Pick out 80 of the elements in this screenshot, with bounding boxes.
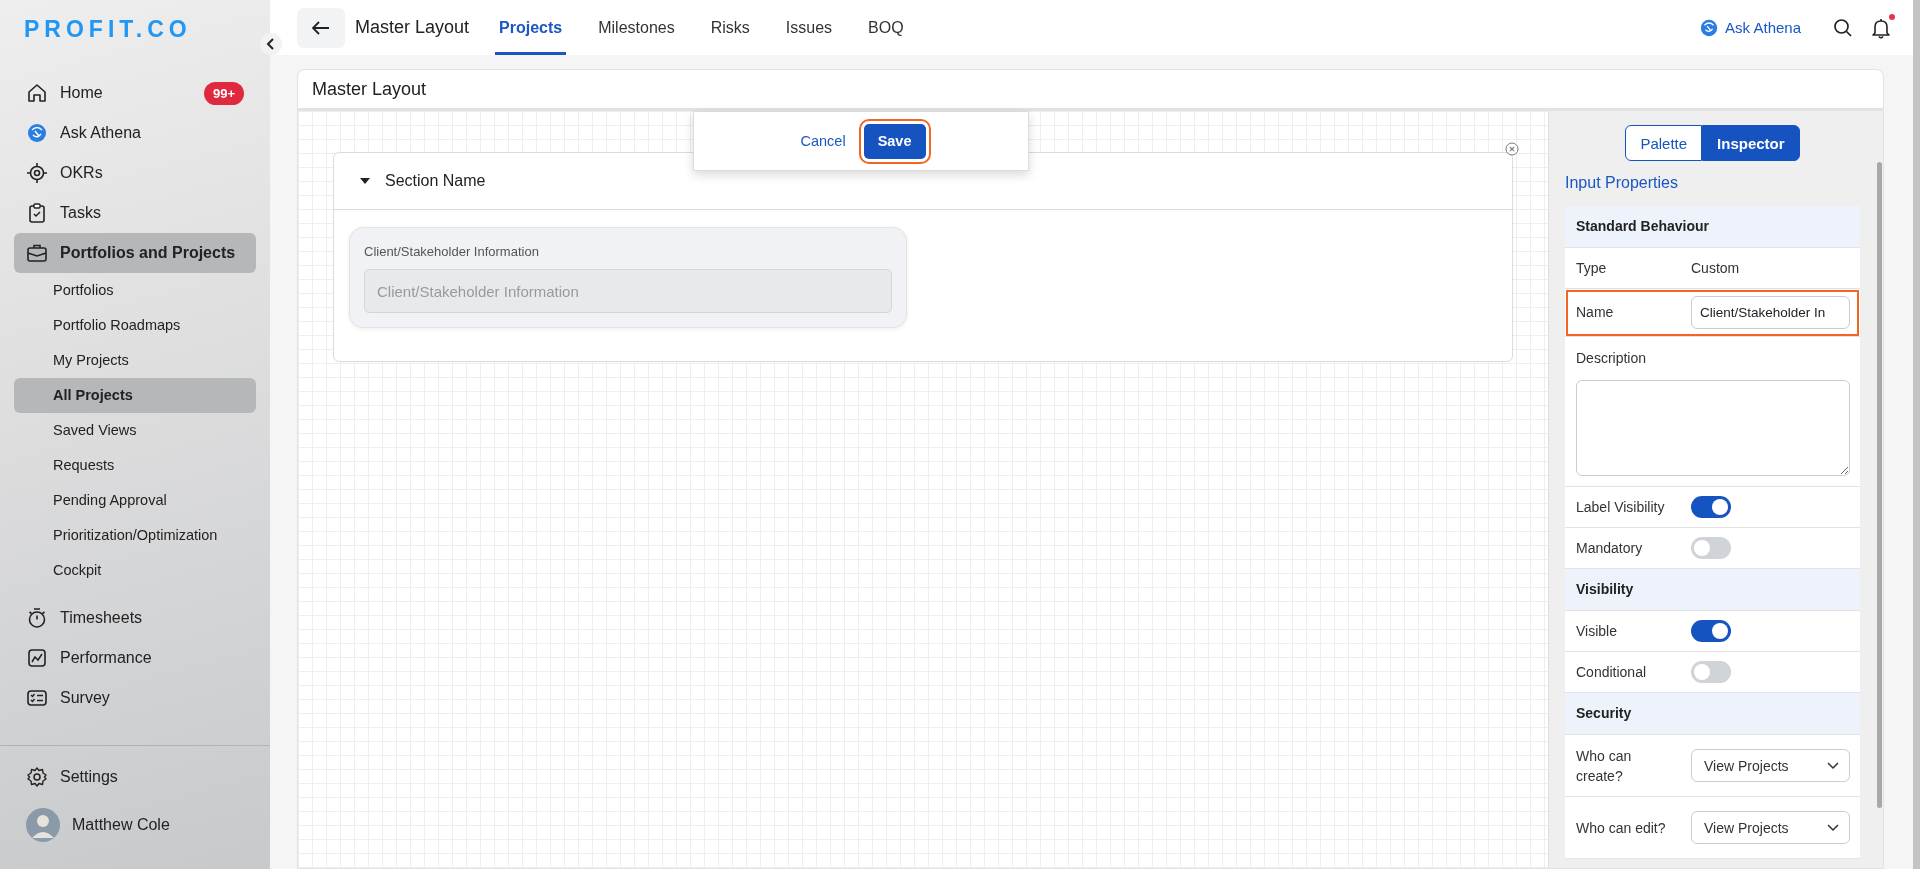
section-header[interactable]: Section Name — [334, 153, 1512, 210]
toggle-switch[interactable] — [1691, 661, 1731, 684]
nav-item[interactable]: Timesheets — [14, 598, 256, 638]
home-icon — [26, 82, 48, 104]
group-header: Visibility — [1565, 569, 1860, 612]
toggle-switch[interactable] — [1691, 537, 1731, 560]
dropdown[interactable]: View Projects — [1691, 749, 1850, 783]
description-field[interactable] — [1576, 380, 1850, 477]
cancel-link[interactable]: Cancel — [796, 129, 850, 153]
nav-subitem[interactable]: Cockpit — [14, 553, 256, 588]
nav-item[interactable]: Performance — [14, 638, 256, 678]
property-label: Who can create? — [1576, 746, 1633, 786]
tab[interactable]: BOQ — [864, 0, 908, 55]
page-scrollbar[interactable] — [1913, 0, 1920, 869]
chart-icon — [26, 647, 48, 669]
checklist-icon — [26, 687, 48, 709]
nav-subitem[interactable]: Pending Approval — [14, 483, 256, 518]
tab[interactable]: Risks — [706, 0, 754, 55]
input-field[interactable]: Client/Stakeholder Information — [364, 269, 892, 313]
clipboard-icon — [26, 202, 48, 224]
chevron-icon — [1827, 761, 1839, 770]
notification-icon[interactable] — [1871, 16, 1891, 39]
field-card[interactable]: Client/Stakeholder Information Client/Stakeholder Information — [349, 227, 907, 328]
briefcase-icon — [26, 242, 48, 264]
logo: PROFIT.CO — [23, 15, 192, 44]
arrow-icon — [312, 20, 330, 35]
assistant-link[interactable]: Ask Athena — [1699, 17, 1801, 38]
property-label: Name — [1576, 303, 1615, 323]
chevron-icon — [1827, 823, 1839, 832]
group-header: Security — [1565, 693, 1860, 736]
group-header: Standard Behaviour — [1565, 206, 1860, 248]
nav-item[interactable]: OKRs — [14, 153, 256, 193]
property-label: Who can edit? — [1576, 818, 1667, 838]
collapse-button[interactable] — [260, 33, 282, 55]
nav-subitem[interactable]: All Projects — [14, 378, 256, 413]
property-label: Label Visibility — [1576, 498, 1666, 518]
property-label: Visible — [1576, 622, 1618, 642]
user-name: Matthew Cole — [72, 816, 170, 834]
property-label: Conditional — [1576, 663, 1648, 683]
panel-heading: Input Properties — [1565, 173, 1679, 193]
back-button[interactable] — [297, 7, 345, 48]
tab[interactable]: Issues — [781, 0, 837, 55]
tab[interactable]: Projects — [495, 0, 567, 55]
property-label: Description — [1576, 349, 1648, 368]
toggle-switch[interactable] — [1691, 496, 1731, 519]
segment-button[interactable]: Palette — [1625, 125, 1703, 161]
nav-item[interactable]: Ask Athena — [14, 113, 256, 153]
toggle-switch[interactable] — [1691, 620, 1731, 643]
nav-subitem[interactable]: Saved Views — [14, 413, 256, 448]
chevron-icon — [266, 38, 276, 50]
target-icon — [26, 162, 48, 184]
property-label: Mandatory — [1576, 539, 1644, 559]
field-label: Client/Stakeholder Information — [364, 244, 540, 259]
scrollbar[interactable] — [1877, 162, 1882, 808]
close-icon[interactable] — [1505, 142, 1519, 156]
settings-item[interactable]: Settings — [14, 757, 256, 797]
tab[interactable]: Milestones — [594, 0, 679, 55]
nav-item[interactable]: Survey — [14, 678, 256, 718]
caret-icon — [359, 177, 371, 185]
page-title: Master Layout — [355, 17, 470, 38]
count-badge: 99+ — [203, 81, 244, 105]
avatar[interactable] — [26, 808, 60, 842]
assistant-icon — [1699, 17, 1720, 38]
nav-item[interactable]: Portfolios and Projects — [14, 233, 256, 273]
nav-subitem[interactable]: Requests — [14, 448, 256, 483]
nav-item[interactable]: Tasks — [14, 193, 256, 233]
name-field[interactable]: Client/Stakeholder In — [1691, 296, 1850, 329]
stopwatch-icon — [26, 607, 48, 629]
nav-subitem[interactable]: Portfolios — [14, 273, 256, 308]
nav-item[interactable]: Home 99+ — [14, 73, 256, 113]
assistant-icon — [26, 122, 48, 144]
property-label: Type — [1576, 258, 1608, 278]
nav-subitem[interactable]: Prioritization/Optimization — [14, 518, 256, 553]
nav-subitem[interactable]: My Projects — [14, 343, 256, 378]
settings-icon — [26, 766, 48, 788]
property-value: Custom — [1691, 260, 1740, 276]
dropdown[interactable]: View Projects — [1691, 811, 1850, 845]
search-icon[interactable] — [1833, 17, 1853, 38]
segment-button[interactable]: Inspector — [1702, 125, 1800, 161]
nav-subitem[interactable]: Portfolio Roadmaps — [14, 308, 256, 343]
